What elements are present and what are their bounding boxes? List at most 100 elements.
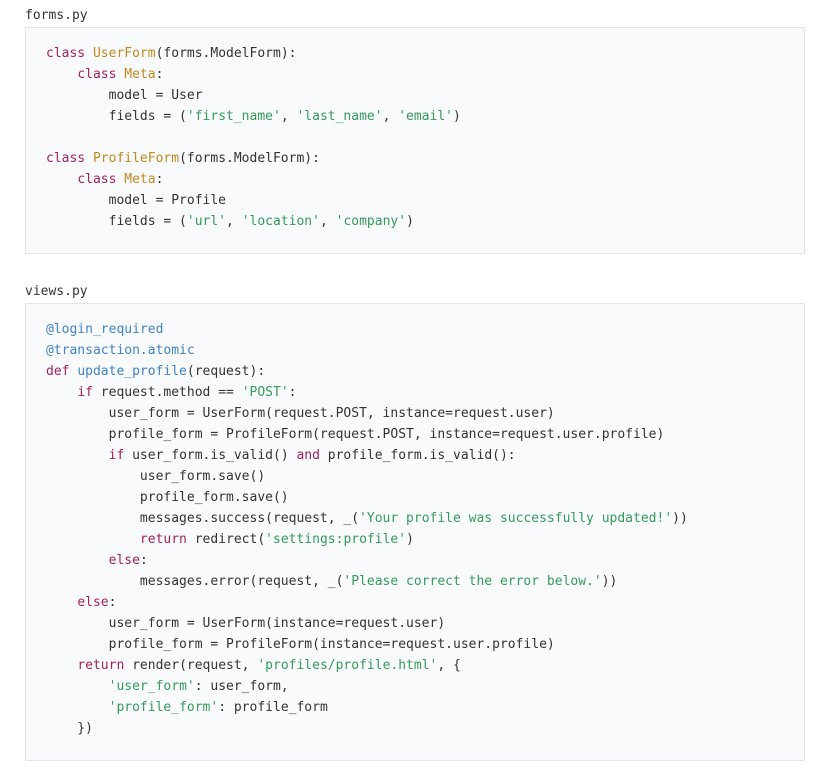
code-token: : xyxy=(139,553,148,568)
code-token: class xyxy=(46,46,86,61)
code-token: : user_form, xyxy=(194,679,289,694)
code-token: ) xyxy=(406,214,414,229)
code-line: class UserForm(forms.ModelForm): xyxy=(46,43,804,64)
code-line: class ProfileForm(forms.ModelForm): xyxy=(46,148,804,169)
code-line: else: xyxy=(46,550,804,571)
code-token: 'settings:profile' xyxy=(265,532,407,547)
code-token: user_form = UserForm(instance=request.us… xyxy=(46,616,446,631)
code-token: (forms.ModelForm): xyxy=(179,151,320,166)
code-token: 'POST' xyxy=(241,385,289,400)
code-token: 'last_name' xyxy=(296,109,383,124)
code-line: model = Profile xyxy=(46,190,804,211)
code-line: if request.method == 'POST': xyxy=(46,382,804,403)
code-token: }) xyxy=(46,721,93,736)
code-token: ) xyxy=(406,532,414,547)
code-line: messages.success(request, _('Your profil… xyxy=(46,508,804,529)
code-line: def update_profile(request): xyxy=(46,361,804,382)
code-line: profile_form = ProfileForm(request.POST,… xyxy=(46,424,804,445)
code-token: UserForm xyxy=(92,46,156,61)
code-token: : xyxy=(155,172,164,187)
code-token: fields = ( xyxy=(46,109,187,124)
code-line: profile_form.save() xyxy=(46,487,804,508)
code-token: ) xyxy=(453,109,461,124)
code-token: return xyxy=(77,658,125,673)
code-token: 'first_name' xyxy=(186,109,281,124)
code-token: : xyxy=(155,67,164,82)
page: forms.py class UserForm(forms.ModelForm)… xyxy=(0,0,821,782)
code-line: fields = ('first_name', 'last_name', 'em… xyxy=(46,106,804,127)
code-token: def xyxy=(46,364,70,379)
code-token: (forms.ModelForm): xyxy=(155,46,297,61)
code-token: , { xyxy=(437,658,461,673)
code-line: model = User xyxy=(46,85,804,106)
views-file-title: views.py xyxy=(25,284,88,299)
code-token: else xyxy=(108,553,140,568)
code-line: return render(request, 'profiles/profile… xyxy=(46,655,804,676)
code-token: profile_form.save() xyxy=(46,490,289,505)
code-token: 'email' xyxy=(398,109,454,124)
code-token: 'user_form' xyxy=(108,679,195,694)
code-token: Meta xyxy=(124,67,156,82)
code-token: ProfileForm xyxy=(92,151,180,166)
code-token: model = Profile xyxy=(46,193,227,208)
code-token: (request): xyxy=(186,364,266,379)
code-line: class Meta: xyxy=(46,169,804,190)
forms-code-block: class UserForm(forms.ModelForm): class M… xyxy=(25,27,805,254)
code-line: }) xyxy=(46,718,804,739)
code-token: : xyxy=(288,385,297,400)
code-token: )) xyxy=(601,574,618,589)
code-token: : xyxy=(108,595,117,610)
code-line: messages.error(request, _('Please correc… xyxy=(46,571,804,592)
code-token: user_form.save() xyxy=(46,469,266,484)
code-token: and xyxy=(296,448,320,463)
code-token: update_profile xyxy=(77,364,187,379)
code-line: 'user_form': user_form, xyxy=(46,676,804,697)
code-token: 'company' xyxy=(335,214,407,229)
code-line: @login_required xyxy=(46,319,804,340)
code-line: else: xyxy=(46,592,804,613)
code-token: 'url' xyxy=(186,214,227,229)
code-line: user_form = UserForm(instance=request.us… xyxy=(46,613,804,634)
code-token: else xyxy=(77,595,109,610)
code-token: user_form = UserForm(request.POST, insta… xyxy=(46,406,555,421)
code-token: model = User xyxy=(46,88,203,103)
code-token: 'Your profile was successfully updated!' xyxy=(359,511,673,526)
code-line: @transaction.atomic xyxy=(46,340,804,361)
code-token: messages.error(request, _( xyxy=(46,574,344,589)
code-token: return xyxy=(139,532,187,547)
code-token: class xyxy=(46,151,86,166)
code-token: , xyxy=(280,109,297,124)
code-token: )) xyxy=(672,511,688,526)
code-token: , xyxy=(382,109,399,124)
code-token: if xyxy=(77,385,93,400)
code-token: request.method == xyxy=(92,385,242,400)
code-token: messages.success(request, _( xyxy=(46,511,360,526)
code-line: user_form = UserForm(request.POST, insta… xyxy=(46,403,804,424)
code-token: 'location' xyxy=(241,214,320,229)
code-line: user_form.save() xyxy=(46,466,804,487)
code-token: @transaction.atomic xyxy=(46,343,195,358)
code-token: profile_form = ProfileForm(instance=requ… xyxy=(46,637,555,652)
code-token: , xyxy=(226,214,242,229)
code-token: redirect( xyxy=(186,532,266,547)
views-code-block: @login_required @transaction.atomic def up… xyxy=(25,303,805,761)
code-token: 'profile_form' xyxy=(108,700,219,715)
code-token: fields = ( xyxy=(46,214,187,229)
code-token: profile_form.is_valid(): xyxy=(319,448,516,463)
code-token: class xyxy=(77,172,117,187)
code-line: return redirect('settings:profile') xyxy=(46,529,804,550)
code-token: if xyxy=(108,448,125,463)
code-token: @login_required xyxy=(46,322,164,337)
code-token: user_form.is_valid() xyxy=(124,448,297,463)
